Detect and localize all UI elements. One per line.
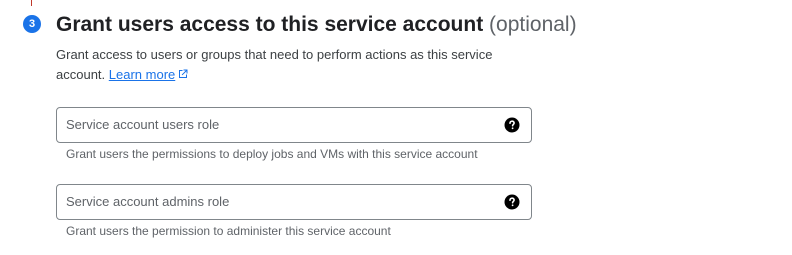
- step-number-badge: 3: [23, 15, 41, 33]
- step-connector-line: [31, 0, 32, 6]
- service-account-users-role-hint: Grant users the permissions to deploy jo…: [66, 147, 478, 161]
- service-account-users-role-label: Service account users role: [66, 117, 220, 132]
- step-title-optional: (optional): [489, 13, 577, 36]
- service-account-admins-role-label: Service account admins role: [66, 194, 230, 209]
- step-title: Grant users access to this service accou…: [56, 12, 577, 38]
- service-account-admins-role-hint: Grant users the permission to administer…: [66, 224, 391, 238]
- external-link-icon: [179, 69, 188, 78]
- step-description: Grant access to users or groups that nee…: [56, 45, 526, 85]
- learn-more-label: Learn more: [108, 67, 176, 82]
- grant-access-step: 3 Grant users access to this service acc…: [0, 0, 792, 255]
- help-icon[interactable]: [504, 117, 520, 133]
- step-title-text: Grant users access to this service accou…: [56, 13, 484, 36]
- learn-more-link[interactable]: Learn more: [109, 67, 189, 82]
- help-icon[interactable]: [504, 194, 520, 210]
- service-account-admins-role-field[interactable]: Service account admins role: [56, 184, 532, 220]
- service-account-users-role-field[interactable]: Service account users role: [56, 107, 532, 143]
